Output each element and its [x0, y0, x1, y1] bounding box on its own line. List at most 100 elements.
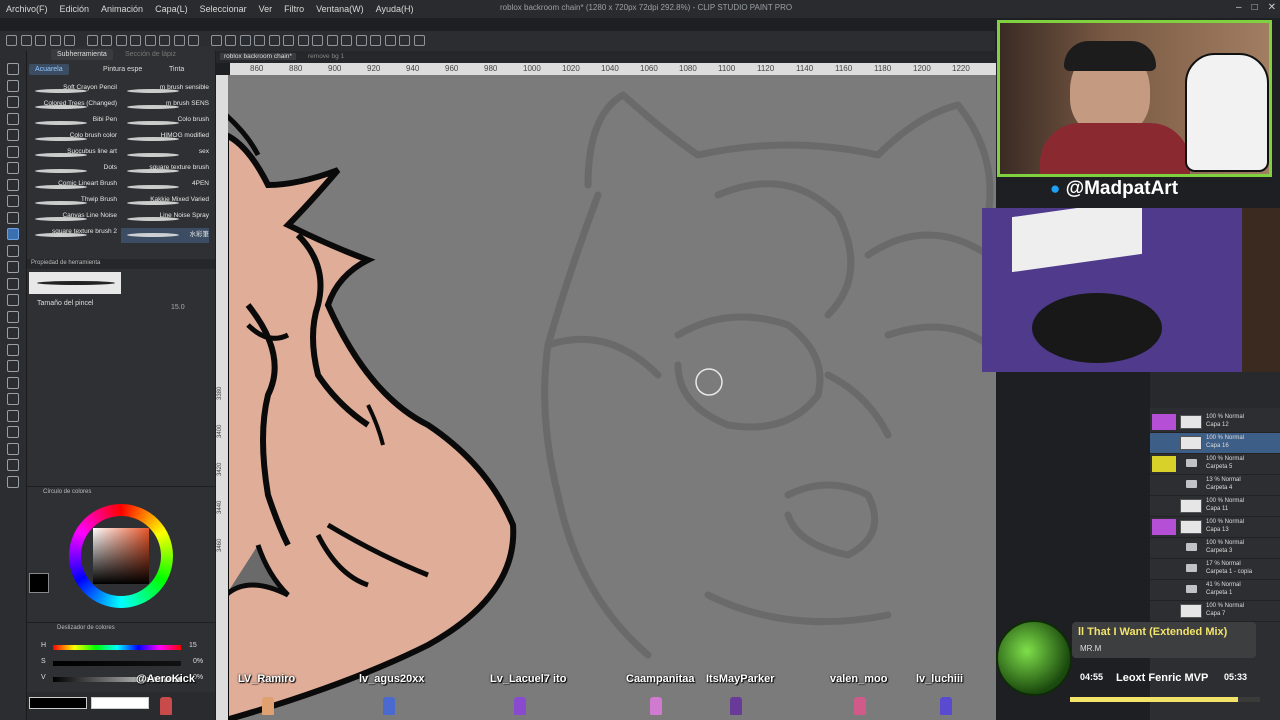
menu-item[interactable]: Edición	[54, 4, 96, 14]
toolbar-button-icon[interactable]	[173, 35, 185, 46]
tool-icon[interactable]	[7, 228, 19, 240]
tab-watercolor[interactable]: Acuarela	[29, 64, 69, 75]
toolbar-button-icon[interactable]	[283, 35, 294, 46]
saturation-bar[interactable]	[53, 661, 181, 666]
saturation-slider[interactable]: S 0%	[31, 658, 211, 668]
tool-icon[interactable]	[7, 277, 19, 290]
toolbar-button-icon[interactable]	[413, 35, 425, 46]
toolbar-button-icon[interactable]	[384, 35, 396, 46]
brush-item[interactable]: Colored Trees (Changed)	[29, 100, 117, 115]
tool-icon[interactable]	[7, 129, 19, 141]
canvas-tab-remove-bg[interactable]: remove bg 1	[308, 53, 344, 60]
layer-row[interactable]: 100 % Normal Capa 16	[1150, 433, 1280, 454]
tool-icon[interactable]	[7, 261, 19, 273]
drawing-canvas[interactable]	[228, 75, 996, 720]
layer-row[interactable]: 100 % Normal Capa 13	[1150, 517, 1280, 538]
tool-icon[interactable]	[7, 211, 19, 224]
brush-item[interactable]: 4PEN	[121, 180, 209, 195]
toolbar-button-icon[interactable]	[130, 35, 141, 46]
brush-item[interactable]: Thwip Brush	[29, 196, 117, 211]
toolbar-button-icon[interactable]	[115, 35, 127, 46]
brush-item[interactable]: square texture brush 2	[29, 228, 117, 243]
menu-item[interactable]: Seleccionar	[194, 4, 253, 14]
tool-icon[interactable]	[7, 244, 19, 257]
close-icon[interactable]: ✕	[1268, 2, 1276, 13]
toolbar-button-icon[interactable]	[49, 35, 61, 46]
previous-color[interactable]	[91, 697, 149, 709]
tool-icon[interactable]	[7, 459, 19, 471]
menu-item[interactable]: Ayuda(H)	[370, 4, 420, 14]
canvas-tab-active[interactable]: roblox backroom chain*	[220, 53, 296, 60]
brush-item[interactable]: m brush sensible	[121, 84, 209, 99]
toolbar-button-icon[interactable]	[312, 35, 323, 46]
brush-item[interactable]: Colo brush color	[29, 132, 117, 147]
tool-icon[interactable]	[7, 310, 19, 323]
tool-icon[interactable]	[7, 475, 19, 488]
brush-item[interactable]: Dots	[29, 164, 117, 179]
hue-bar[interactable]	[53, 645, 181, 650]
tool-icon[interactable]	[7, 360, 19, 372]
tool-icon[interactable]	[7, 393, 19, 405]
brush-item[interactable]: m brush SENS	[121, 100, 209, 115]
brush-item[interactable]: Line Noise Spray	[121, 212, 209, 227]
tab-special-paint[interactable]: Pintura espe	[97, 64, 148, 75]
menu-item[interactable]: Animación	[95, 4, 149, 14]
tool-icon[interactable]	[7, 442, 19, 455]
toolbar-button-icon[interactable]	[254, 35, 265, 46]
brush-item[interactable]: Colo brush	[121, 116, 209, 131]
layer-row[interactable]: 100 % Normal Capa 12	[1150, 412, 1280, 433]
toolbar-button-icon[interactable]	[188, 35, 199, 46]
toolbar-button-icon[interactable]	[101, 35, 112, 46]
tool-icon[interactable]	[7, 63, 19, 75]
saturation-value-square[interactable]	[93, 528, 149, 584]
toolbar-button-icon[interactable]	[268, 35, 280, 46]
main-color-swatch[interactable]	[29, 573, 49, 593]
layer-row[interactable]: 17 % Normal Carpeta 1 - copia	[1150, 559, 1280, 580]
toolbar-button-icon[interactable]	[370, 35, 381, 46]
brush-item[interactable]: 水彩筆	[121, 228, 209, 243]
tool-icon[interactable]	[7, 195, 19, 207]
hue-ring[interactable]	[69, 504, 173, 608]
tool-icon[interactable]	[7, 409, 19, 422]
tab-subtool[interactable]: Subherramienta	[51, 49, 113, 60]
tool-icon[interactable]	[7, 145, 19, 158]
tool-icon[interactable]	[7, 376, 19, 389]
menu-item[interactable]: Filtro	[278, 4, 310, 14]
tool-icon[interactable]	[7, 327, 19, 339]
tool-icon[interactable]	[7, 343, 19, 356]
layer-row[interactable]: 41 % Normal Carpeta 1	[1150, 580, 1280, 601]
layer-row[interactable]: 100 % Normal Capa 11	[1150, 496, 1280, 517]
menu-item[interactable]: Ver	[253, 4, 279, 14]
brush-item[interactable]: Kakkie Mixed Varied	[121, 196, 209, 211]
toolbar-button-icon[interactable]	[210, 35, 222, 46]
menu-item[interactable]: Archivo(F)	[0, 4, 54, 14]
toolbar-button-icon[interactable]	[399, 35, 410, 46]
toolbar-button-icon[interactable]	[326, 35, 338, 46]
tool-icon[interactable]	[7, 294, 19, 306]
brush-item[interactable]: Comic Lineart Brush	[29, 180, 117, 195]
toolbar-button-icon[interactable]	[144, 35, 156, 46]
brush-item[interactable]: sex	[121, 148, 209, 163]
menu-item[interactable]: Capa(L)	[149, 4, 194, 14]
brush-item[interactable]: HIMOG modified	[121, 132, 209, 147]
layer-row[interactable]: 13 % Normal Carpeta 4	[1150, 475, 1280, 496]
brush-item[interactable]: square texture brush	[121, 164, 209, 179]
tool-icon[interactable]	[7, 178, 19, 191]
tab-ink[interactable]: Tinta	[163, 64, 190, 75]
brush-size-value[interactable]: 15.0	[171, 304, 185, 311]
toolbar-button-icon[interactable]	[225, 35, 236, 46]
toolbar-button-icon[interactable]	[355, 35, 367, 46]
tool-icon[interactable]	[7, 96, 19, 108]
current-color[interactable]	[29, 697, 87, 709]
toolbar-button-icon[interactable]	[20, 35, 32, 46]
toolbar-button-icon[interactable]	[341, 35, 352, 46]
brush-item[interactable]: Canvas Line Noise	[29, 212, 117, 227]
tab-pencil-section[interactable]: Sección de lápiz	[119, 49, 182, 60]
brush-item[interactable]: Succubus line art	[29, 148, 117, 163]
toolbar-button-icon[interactable]	[297, 35, 309, 46]
toolbar-button-icon[interactable]	[239, 35, 251, 46]
minimize-icon[interactable]: –	[1236, 2, 1242, 13]
menu-item[interactable]: Ventana(W)	[310, 4, 370, 14]
layer-row[interactable]: 100 % Normal Carpeta 5	[1150, 454, 1280, 475]
layer-row[interactable]: 100 % Normal Carpeta 3	[1150, 538, 1280, 559]
